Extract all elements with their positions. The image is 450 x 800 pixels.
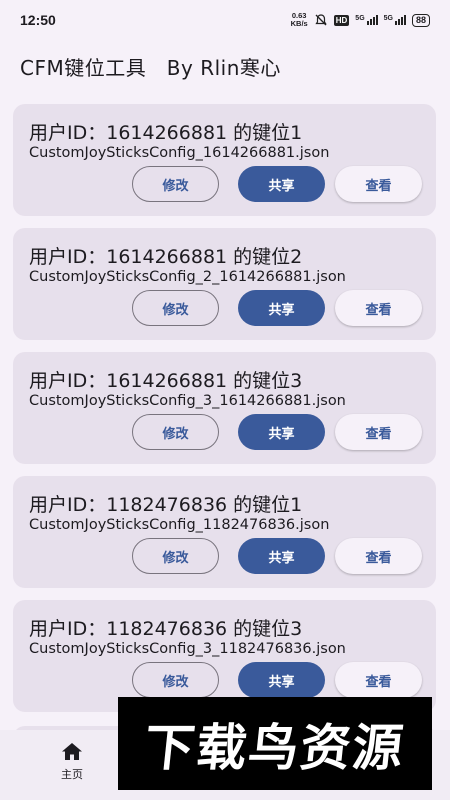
view-button[interactable]: 查看 [335,290,422,326]
config-filename: CustomJoySticksConfig_1614266881.json [29,145,330,161]
config-card: 用户ID：1182476836 的键位3 CustomJoySticksConf… [13,600,436,712]
share-button[interactable]: 共享 [238,662,325,698]
config-filename: CustomJoySticksConfig_3_1614266881.json [29,393,346,409]
hd-badge: HD [333,14,350,26]
share-button[interactable]: 共享 [238,414,325,450]
config-card: 用户ID：1614266881 的键位3 CustomJoySticksConf… [13,352,436,464]
edit-button[interactable]: 修改 [132,662,219,698]
view-button[interactable]: 查看 [335,166,422,202]
config-card: 用户ID：1614266881 的键位1 CustomJoySticksConf… [13,104,436,216]
status-bar: 12:50 0.63 KB/s HD 5G 5G 88 [0,0,450,40]
edit-button[interactable]: 修改 [132,414,219,450]
edit-button[interactable]: 修改 [132,538,219,574]
view-button[interactable]: 查看 [335,538,422,574]
status-icons: 0.63 KB/s HD 5G 5G 88 [291,12,430,28]
network-speed-unit: KB/s [290,19,308,28]
edit-button[interactable]: 修改 [132,290,219,326]
edit-button[interactable]: 修改 [132,166,219,202]
config-card: 用户ID：1614266881 的键位2 CustomJoySticksConf… [13,228,436,340]
signal-icon-2: 5G [384,15,406,25]
watermark-text: 下载鸟资源 [141,718,408,777]
config-title: 用户ID：1182476836 的键位1 [29,494,303,516]
view-button[interactable]: 查看 [335,662,422,698]
signal-icon: 5G [355,15,378,25]
config-filename: CustomJoySticksConfig_3_1182476836.json [29,641,346,657]
watermark: 下载鸟资源 [118,697,432,790]
status-time: 12:50 [20,12,56,28]
network-speed: 0.63 KB/s [291,12,308,28]
nav-label-home: 主页 [61,768,83,781]
config-title: 用户ID：1182476836 的键位3 [29,618,303,640]
config-title: 用户ID：1614266881 的键位1 [29,122,303,144]
app-title: CFM键位工具 By Rlin寒心 [20,56,281,80]
config-filename: CustomJoySticksConfig_2_1614266881.json [29,269,346,285]
share-button[interactable]: 共享 [238,538,325,574]
nav-item-home[interactable]: 主页 [42,742,102,782]
config-card: 用户ID：1182476836 的键位1 CustomJoySticksConf… [13,476,436,588]
home-icon [62,743,82,760]
mute-icon [315,14,327,26]
config-title: 用户ID：1614266881 的键位3 [29,370,303,392]
share-button[interactable]: 共享 [238,166,325,202]
view-button[interactable]: 查看 [335,414,422,450]
config-filename: CustomJoySticksConfig_1182476836.json [29,517,330,533]
battery-icon: 88 [411,13,430,27]
config-list: 用户ID：1614266881 的键位1 CustomJoySticksConf… [13,104,436,724]
share-button[interactable]: 共享 [238,290,325,326]
config-title: 用户ID：1614266881 的键位2 [29,246,303,268]
